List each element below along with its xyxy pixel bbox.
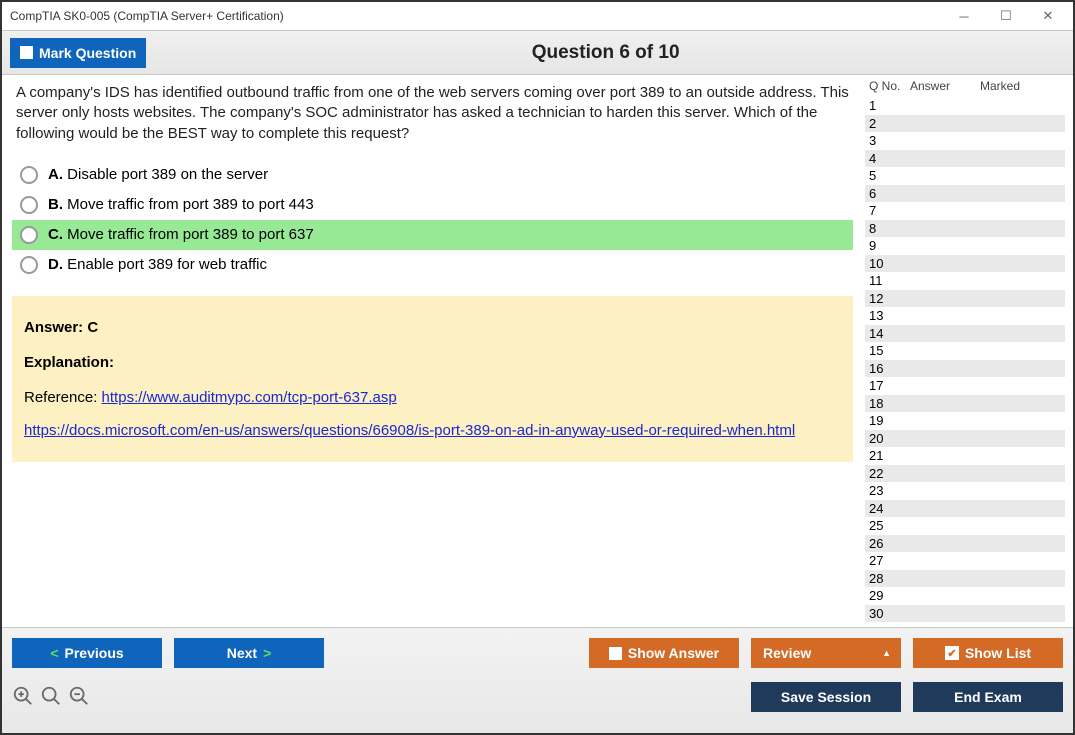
zoom-out-icon[interactable]	[68, 685, 90, 710]
question-row[interactable]: 21	[865, 447, 1065, 465]
choice-text: A. Disable port 389 on the server	[48, 166, 268, 183]
choice-D[interactable]: D. Enable port 389 for web traffic	[12, 250, 853, 280]
question-row[interactable]: 22	[865, 465, 1065, 483]
end-exam-label: End Exam	[954, 689, 1022, 705]
question-list-panel: Q No. Answer Marked 12345678910111213141…	[865, 77, 1065, 623]
choice-B[interactable]: B. Move traffic from port 389 to port 44…	[12, 190, 853, 220]
choice-text: D. Enable port 389 for web traffic	[48, 256, 267, 273]
radio-icon	[20, 226, 38, 244]
minimize-button[interactable]: ─	[943, 4, 985, 28]
window-title: CompTIA SK0-005 (CompTIA Server+ Certifi…	[6, 9, 943, 23]
mark-question-button[interactable]: Mark Question	[10, 38, 146, 68]
question-row[interactable]: 24	[865, 500, 1065, 518]
checked-icon: ✔	[945, 646, 959, 660]
question-row[interactable]: 3	[865, 132, 1065, 150]
content-area: A company's IDS has identified outbound …	[10, 77, 1065, 623]
question-row[interactable]: 19	[865, 412, 1065, 430]
question-counter: Question 6 of 10	[146, 42, 1065, 64]
close-button[interactable]: ✕	[1027, 4, 1069, 28]
question-row[interactable]: 16	[865, 360, 1065, 378]
answer-box: Answer: C Explanation: Reference: https:…	[12, 296, 853, 462]
next-button[interactable]: Next >	[174, 638, 324, 668]
question-row[interactable]: 4	[865, 150, 1065, 168]
end-exam-button[interactable]: End Exam	[913, 682, 1063, 712]
question-row[interactable]: 12	[865, 290, 1065, 308]
radio-icon	[20, 166, 38, 184]
question-row[interactable]: 29	[865, 587, 1065, 605]
question-row[interactable]: 11	[865, 272, 1065, 290]
checkbox-icon	[609, 647, 622, 660]
show-list-button[interactable]: ✔ Show List	[913, 638, 1063, 668]
reference-label: Reference:	[24, 389, 102, 406]
question-row[interactable]: 28	[865, 570, 1065, 588]
question-row[interactable]: 23	[865, 482, 1065, 500]
reference-link-1[interactable]: https://www.auditmypc.com/tcp-port-637.a…	[102, 389, 397, 406]
question-row[interactable]: 20	[865, 430, 1065, 448]
question-row[interactable]: 7	[865, 202, 1065, 220]
question-row[interactable]: 30	[865, 605, 1065, 623]
footer: < Previous Next > Show Answer Review ▲ ✔…	[2, 627, 1073, 733]
save-session-button[interactable]: Save Session	[751, 682, 901, 712]
review-label: Review	[763, 645, 811, 661]
question-row[interactable]: 27	[865, 552, 1065, 570]
reference-link-2[interactable]: https://docs.microsoft.com/en-us/answers…	[24, 422, 795, 439]
question-row[interactable]: 13	[865, 307, 1065, 325]
question-row[interactable]: 6	[865, 185, 1065, 203]
explanation-label: Explanation:	[24, 349, 841, 376]
maximize-button[interactable]: ☐	[985, 4, 1027, 28]
footer-row-1: < Previous Next > Show Answer Review ▲ ✔…	[12, 636, 1063, 670]
question-row[interactable]: 26	[865, 535, 1065, 553]
choice-text: C. Move traffic from port 389 to port 63…	[48, 226, 314, 243]
choices-list: A. Disable port 389 on the server B. Move…	[12, 160, 853, 280]
question-row[interactable]: 18	[865, 395, 1065, 413]
radio-icon	[20, 256, 38, 274]
answer-heading: Answer: C	[24, 314, 841, 341]
radio-icon	[20, 196, 38, 214]
col-answer: Answer	[910, 79, 980, 93]
reference-line-2: https://docs.microsoft.com/en-us/answers…	[24, 417, 841, 444]
question-row[interactable]: 14	[865, 325, 1065, 343]
save-session-label: Save Session	[781, 689, 871, 705]
question-row[interactable]: 9	[865, 237, 1065, 255]
question-list[interactable]: 1234567891011121314151617181920212223242…	[865, 97, 1065, 623]
show-answer-button[interactable]: Show Answer	[589, 638, 739, 668]
question-row[interactable]: 5	[865, 167, 1065, 185]
question-list-header: Q No. Answer Marked	[865, 77, 1065, 97]
zoom-reset-icon[interactable]	[40, 685, 62, 710]
show-answer-label: Show Answer	[628, 645, 719, 661]
col-qno: Q No.	[865, 79, 910, 93]
chevron-right-icon: >	[263, 645, 271, 661]
review-button[interactable]: Review ▲	[751, 638, 901, 668]
col-marked: Marked	[980, 79, 1065, 93]
zoom-in-icon[interactable]	[12, 685, 34, 710]
chevron-up-icon: ▲	[882, 648, 891, 658]
titlebar: CompTIA SK0-005 (CompTIA Server+ Certifi…	[2, 2, 1073, 30]
question-row[interactable]: 1	[865, 97, 1065, 115]
checkbox-icon	[20, 46, 33, 59]
reference-line: Reference: https://www.auditmypc.com/tcp…	[24, 384, 841, 411]
question-row[interactable]: 15	[865, 342, 1065, 360]
show-list-label: Show List	[965, 645, 1031, 661]
question-row[interactable]: 2	[865, 115, 1065, 133]
toolbar: Mark Question Question 6 of 10	[2, 30, 1073, 75]
choice-C[interactable]: C. Move traffic from port 389 to port 63…	[12, 220, 853, 250]
next-label: Next	[227, 645, 257, 661]
choice-A[interactable]: A. Disable port 389 on the server	[12, 160, 853, 190]
question-row[interactable]: 25	[865, 517, 1065, 535]
question-row[interactable]: 8	[865, 220, 1065, 238]
previous-label: Previous	[65, 645, 124, 661]
previous-button[interactable]: < Previous	[12, 638, 162, 668]
main-panel: A company's IDS has identified outbound …	[10, 77, 861, 623]
mark-label: Mark Question	[39, 45, 136, 61]
question-text: A company's IDS has identified outbound …	[12, 83, 853, 144]
question-row[interactable]: 10	[865, 255, 1065, 273]
question-row[interactable]: 17	[865, 377, 1065, 395]
footer-row-2: Save Session End Exam	[12, 680, 1063, 714]
zoom-controls	[12, 685, 90, 710]
chevron-left-icon: <	[50, 645, 58, 661]
choice-text: B. Move traffic from port 389 to port 44…	[48, 196, 314, 213]
